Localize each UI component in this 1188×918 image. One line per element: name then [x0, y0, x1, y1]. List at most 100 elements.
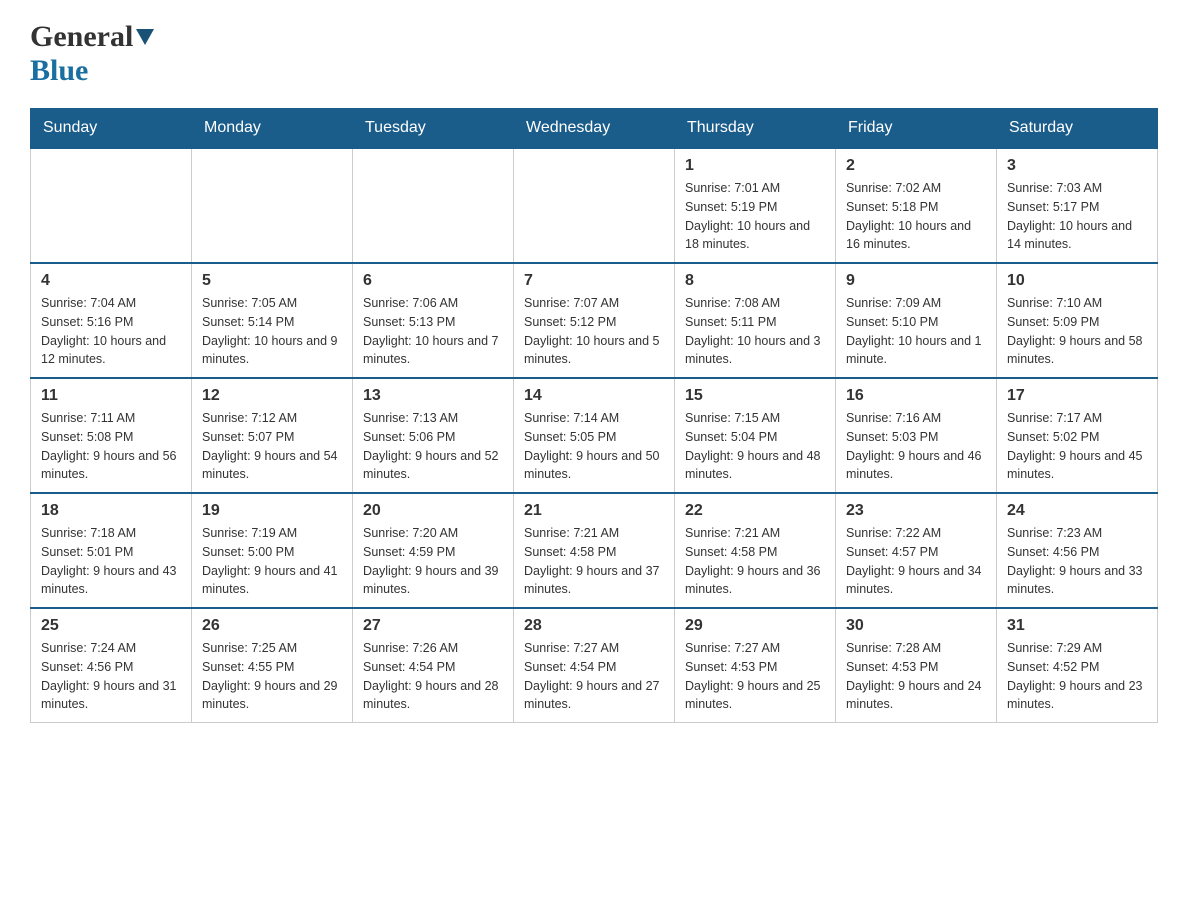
- calendar-cell: 18 Sunrise: 7:18 AMSunset: 5:01 PMDayligh…: [31, 493, 192, 608]
- calendar-cell: 27 Sunrise: 7:26 AMSunset: 4:54 PMDayligh…: [353, 608, 514, 723]
- day-info: Sunrise: 7:09 AMSunset: 5:10 PMDaylight:…: [846, 294, 986, 369]
- calendar-week-5: 25Sunrise: 7:24 AMSunset: 4:56 PMDayligh…: [31, 608, 1158, 723]
- day-info: Sunrise: 7:26 AMSunset: 4:54 PMDaylight:…: [363, 639, 503, 714]
- calendar-cell: 20 Sunrise: 7:20 AMSunset: 4:59 PMDayligh…: [353, 493, 514, 608]
- calendar-cell: 17Sunrise: 7:17 AMSunset: 5:02 PMDayligh…: [997, 378, 1158, 493]
- logo: General Blue: [30, 20, 154, 88]
- day-info: Sunrise: 7:20 AMSunset: 4:59 PMDaylight:…: [363, 524, 503, 599]
- calendar-cell: 4 Sunrise: 7:04 AMSunset: 5:16 PMDaylight…: [31, 263, 192, 378]
- day-info: Sunrise: 7:04 AMSunset: 5:16 PMDaylight:…: [41, 294, 181, 369]
- day-number: 9: [846, 272, 986, 290]
- day-info: Sunrise: 7:22 AMSunset: 4:57 PMDaylight:…: [846, 524, 986, 599]
- day-info: Sunrise: 7:21 AMSunset: 4:58 PMDaylight:…: [685, 524, 825, 599]
- calendar-cell: 29Sunrise: 7:27 AMSunset: 4:53 PMDayligh…: [675, 608, 836, 723]
- calendar-cell: 3 Sunrise: 7:03 AMSunset: 5:17 PMDaylight…: [997, 148, 1158, 263]
- day-info: Sunrise: 7:07 AMSunset: 5:12 PMDaylight:…: [524, 294, 664, 369]
- calendar-cell: 19 Sunrise: 7:19 AMSunset: 5:00 PMDayligh…: [192, 493, 353, 608]
- day-info: Sunrise: 7:08 AMSunset: 5:11 PMDaylight:…: [685, 294, 825, 369]
- day-number: 15: [685, 387, 825, 405]
- day-info: Sunrise: 7:12 AMSunset: 5:07 PMDaylight:…: [202, 409, 342, 484]
- day-number: 26: [202, 617, 342, 635]
- day-info: Sunrise: 7:15 AMSunset: 5:04 PMDaylight:…: [685, 409, 825, 484]
- calendar-cell: 9 Sunrise: 7:09 AMSunset: 5:10 PMDaylight…: [836, 263, 997, 378]
- day-number: 25: [41, 617, 181, 635]
- day-number: 4: [41, 272, 181, 290]
- col-header-tuesday: Tuesday: [353, 109, 514, 149]
- calendar-cell: 8 Sunrise: 7:08 AMSunset: 5:11 PMDaylight…: [675, 263, 836, 378]
- day-info: Sunrise: 7:19 AMSunset: 5:00 PMDaylight:…: [202, 524, 342, 599]
- day-number: 6: [363, 272, 503, 290]
- logo-arrow-icon: [136, 29, 154, 52]
- day-number: 28: [524, 617, 664, 635]
- calendar-table: SundayMondayTuesdayWednesdayThursdayFrid…: [30, 108, 1158, 723]
- calendar-cell: 30 Sunrise: 7:28 AMSunset: 4:53 PMDayligh…: [836, 608, 997, 723]
- day-info: Sunrise: 7:02 AMSunset: 5:18 PMDaylight:…: [846, 179, 986, 254]
- calendar-cell: 23Sunrise: 7:22 AMSunset: 4:57 PMDayligh…: [836, 493, 997, 608]
- day-info: Sunrise: 7:06 AMSunset: 5:13 PMDaylight:…: [363, 294, 503, 369]
- calendar-cell: 6 Sunrise: 7:06 AMSunset: 5:13 PMDaylight…: [353, 263, 514, 378]
- calendar-week-2: 4 Sunrise: 7:04 AMSunset: 5:16 PMDaylight…: [31, 263, 1158, 378]
- calendar-week-3: 11 Sunrise: 7:11 AMSunset: 5:08 PMDayligh…: [31, 378, 1158, 493]
- logo-blue-text: Blue: [30, 54, 88, 87]
- day-number: 22: [685, 502, 825, 520]
- calendar-cell: 10 Sunrise: 7:10 AMSunset: 5:09 PMDayligh…: [997, 263, 1158, 378]
- day-info: Sunrise: 7:10 AMSunset: 5:09 PMDaylight:…: [1007, 294, 1147, 369]
- calendar-cell: 25Sunrise: 7:24 AMSunset: 4:56 PMDayligh…: [31, 608, 192, 723]
- calendar-cell: 26 Sunrise: 7:25 AMSunset: 4:55 PMDayligh…: [192, 608, 353, 723]
- day-number: 20: [363, 502, 503, 520]
- calendar-week-4: 18 Sunrise: 7:18 AMSunset: 5:01 PMDayligh…: [31, 493, 1158, 608]
- day-info: Sunrise: 7:27 AMSunset: 4:54 PMDaylight:…: [524, 639, 664, 714]
- calendar-cell: [353, 148, 514, 263]
- day-number: 3: [1007, 157, 1147, 175]
- day-number: 31: [1007, 617, 1147, 635]
- calendar-cell: 15 Sunrise: 7:15 AMSunset: 5:04 PMDayligh…: [675, 378, 836, 493]
- calendar-cell: 21 Sunrise: 7:21 AMSunset: 4:58 PMDayligh…: [514, 493, 675, 608]
- day-number: 5: [202, 272, 342, 290]
- calendar-cell: 12 Sunrise: 7:12 AMSunset: 5:07 PMDayligh…: [192, 378, 353, 493]
- day-info: Sunrise: 7:25 AMSunset: 4:55 PMDaylight:…: [202, 639, 342, 714]
- col-header-sunday: Sunday: [31, 109, 192, 149]
- calendar-cell: [31, 148, 192, 263]
- day-info: Sunrise: 7:28 AMSunset: 4:53 PMDaylight:…: [846, 639, 986, 714]
- day-info: Sunrise: 7:14 AMSunset: 5:05 PMDaylight:…: [524, 409, 664, 484]
- calendar-cell: 16 Sunrise: 7:16 AMSunset: 5:03 PMDayligh…: [836, 378, 997, 493]
- day-info: Sunrise: 7:21 AMSunset: 4:58 PMDaylight:…: [524, 524, 664, 599]
- col-header-saturday: Saturday: [997, 109, 1158, 149]
- day-info: Sunrise: 7:18 AMSunset: 5:01 PMDaylight:…: [41, 524, 181, 599]
- day-number: 13: [363, 387, 503, 405]
- calendar-cell: 2 Sunrise: 7:02 AMSunset: 5:18 PMDaylight…: [836, 148, 997, 263]
- day-number: 21: [524, 502, 664, 520]
- day-number: 2: [846, 157, 986, 175]
- day-number: 12: [202, 387, 342, 405]
- day-number: 18: [41, 502, 181, 520]
- day-number: 8: [685, 272, 825, 290]
- day-number: 10: [1007, 272, 1147, 290]
- day-info: Sunrise: 7:01 AMSunset: 5:19 PMDaylight:…: [685, 179, 825, 254]
- day-number: 1: [685, 157, 825, 175]
- day-info: Sunrise: 7:05 AMSunset: 5:14 PMDaylight:…: [202, 294, 342, 369]
- calendar-cell: 28 Sunrise: 7:27 AMSunset: 4:54 PMDayligh…: [514, 608, 675, 723]
- calendar-cell: 24Sunrise: 7:23 AMSunset: 4:56 PMDayligh…: [997, 493, 1158, 608]
- col-header-monday: Monday: [192, 109, 353, 149]
- calendar-cell: 22 Sunrise: 7:21 AMSunset: 4:58 PMDayligh…: [675, 493, 836, 608]
- day-info: Sunrise: 7:16 AMSunset: 5:03 PMDaylight:…: [846, 409, 986, 484]
- day-number: 11: [41, 387, 181, 405]
- col-header-wednesday: Wednesday: [514, 109, 675, 149]
- day-number: 16: [846, 387, 986, 405]
- day-info: Sunrise: 7:11 AMSunset: 5:08 PMDaylight:…: [41, 409, 181, 484]
- day-info: Sunrise: 7:13 AMSunset: 5:06 PMDaylight:…: [363, 409, 503, 484]
- day-number: 17: [1007, 387, 1147, 405]
- day-number: 19: [202, 502, 342, 520]
- day-info: Sunrise: 7:23 AMSunset: 4:56 PMDaylight:…: [1007, 524, 1147, 599]
- logo-general-text: General: [30, 20, 133, 54]
- calendar-cell: 13 Sunrise: 7:13 AMSunset: 5:06 PMDayligh…: [353, 378, 514, 493]
- calendar-week-1: 1 Sunrise: 7:01 AMSunset: 5:19 PMDaylight…: [31, 148, 1158, 263]
- day-number: 7: [524, 272, 664, 290]
- calendar-cell: 14 Sunrise: 7:14 AMSunset: 5:05 PMDayligh…: [514, 378, 675, 493]
- calendar-cell: 1 Sunrise: 7:01 AMSunset: 5:19 PMDaylight…: [675, 148, 836, 263]
- day-number: 14: [524, 387, 664, 405]
- day-info: Sunrise: 7:03 AMSunset: 5:17 PMDaylight:…: [1007, 179, 1147, 254]
- day-number: 30: [846, 617, 986, 635]
- calendar-cell: 11 Sunrise: 7:11 AMSunset: 5:08 PMDayligh…: [31, 378, 192, 493]
- day-number: 27: [363, 617, 503, 635]
